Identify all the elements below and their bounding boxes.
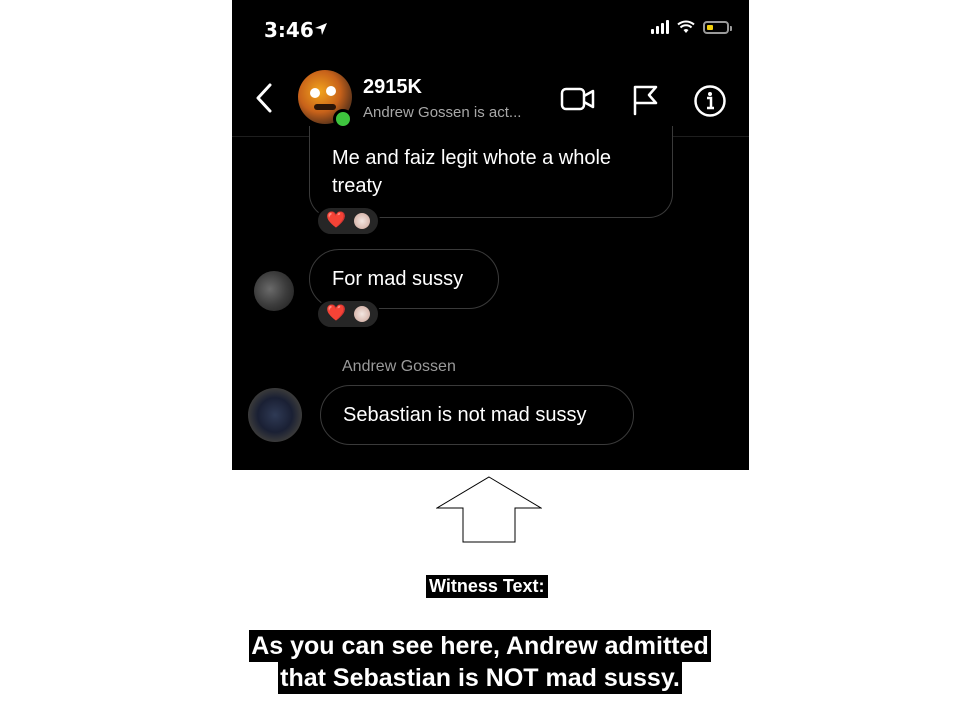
sender-name: Andrew Gossen	[342, 358, 456, 375]
chat-screenshot: 3:46 2915K Andrew Gossen is act... Me an…	[232, 0, 749, 470]
message-reactions[interactable]: ❤️	[316, 206, 380, 236]
witness-label: Witness Text:	[426, 575, 548, 598]
contact-activity-status: Andrew Gossen is act...	[363, 104, 522, 121]
message-reactions[interactable]: ❤️	[316, 299, 380, 329]
status-indicators	[651, 20, 732, 34]
up-arrow-outline-icon	[436, 476, 542, 543]
flag-icon[interactable]	[630, 84, 660, 116]
heart-reaction-icon: ❤️	[326, 212, 346, 229]
heart-reaction-icon: ❤️	[326, 305, 346, 322]
message-text: Sebastian is not mad sussy	[343, 404, 587, 426]
caption: As you can see here, Andrew admitted tha…	[0, 630, 960, 694]
message-bubble[interactable]: Me and faiz legit whote a whole treaty	[309, 126, 673, 218]
reactor-avatar	[353, 306, 370, 322]
wifi-icon	[677, 20, 695, 33]
reactor-avatar	[353, 213, 370, 229]
cellular-signal-icon	[651, 20, 669, 34]
chevron-left-icon[interactable]	[254, 82, 274, 114]
contact-name[interactable]: 2915K	[363, 76, 422, 99]
message-text: Me and faiz legit whote a whole	[332, 147, 612, 169]
video-camera-icon[interactable]	[560, 84, 596, 114]
location-arrow-icon	[315, 23, 327, 35]
message-text: treaty	[332, 175, 383, 197]
sender-avatar[interactable]	[248, 388, 302, 442]
info-icon[interactable]	[693, 84, 727, 118]
sender-avatar[interactable]	[254, 271, 294, 311]
battery-low-icon	[703, 20, 732, 34]
status-time: 3:46	[264, 18, 314, 42]
message-bubble[interactable]: Sebastian is not mad sussy	[320, 385, 634, 445]
message-text: For mad sussy	[332, 268, 464, 290]
caption-line: As you can see here, Andrew admitted	[249, 630, 711, 662]
caption-line: that Sebastian is NOT mad sussy.	[278, 662, 682, 694]
